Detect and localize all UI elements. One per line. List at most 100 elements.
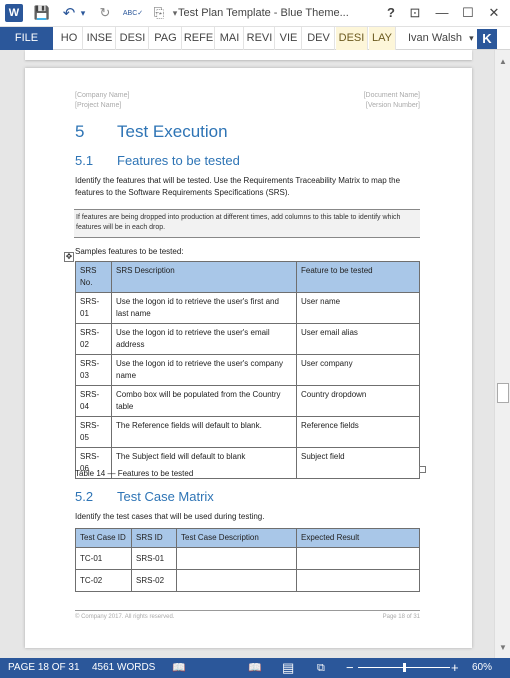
zoom-out-icon[interactable]: − bbox=[346, 658, 354, 678]
table-cell[interactable]: Use the logon id to retrieve the user's … bbox=[111, 323, 297, 355]
document-page[interactable]: [Company Name] [Project Name] [Document … bbox=[25, 68, 472, 648]
table-cell[interactable] bbox=[296, 547, 420, 570]
table-cell[interactable]: SRS-05 bbox=[75, 416, 112, 448]
table-resize-handle-icon[interactable] bbox=[419, 466, 426, 473]
tab-developer[interactable]: DEV bbox=[303, 27, 335, 50]
table-cell[interactable]: Subject field bbox=[296, 447, 420, 479]
features-table[interactable]: SRS No. SRS Description Feature to be te… bbox=[75, 261, 420, 479]
table-cell[interactable]: SRS-03 bbox=[75, 354, 112, 386]
features-intro-text: Identify the features that will be teste… bbox=[75, 176, 401, 197]
table-cell[interactable]: Use the logon id to retrieve the user's … bbox=[111, 354, 297, 386]
format-painter-icon[interactable]: ⎘ bbox=[150, 4, 168, 22]
table-header-row: SRS No. SRS Description Feature to be te… bbox=[75, 261, 420, 293]
word-count[interactable]: 4561 WORDS bbox=[92, 658, 155, 678]
table-cell[interactable]: TC-01 bbox=[75, 547, 132, 570]
column-header: Expected Result bbox=[296, 528, 420, 548]
table-cell[interactable]: SRS-01 bbox=[75, 292, 112, 324]
zoom-slider-thumb[interactable] bbox=[403, 663, 406, 672]
table-cell[interactable]: SRS-01 bbox=[131, 547, 177, 570]
redo-icon[interactable]: ↻ bbox=[96, 4, 114, 22]
samples-label: Samples features to be tested: bbox=[75, 247, 184, 256]
table-cell[interactable]: Use the logon id to retrieve the user's … bbox=[111, 292, 297, 324]
table-cell[interactable]: SRS-02 bbox=[75, 323, 112, 355]
table-cell[interactable]: The Reference fields will default to bla… bbox=[111, 416, 297, 448]
table-row: SRS-04 Combo box will be populated from … bbox=[75, 385, 420, 417]
tab-mailings[interactable]: MAI bbox=[216, 27, 244, 50]
table-row: SRS-02 Use the logon id to retrieve the … bbox=[75, 323, 420, 355]
tab-references[interactable]: REFE bbox=[183, 27, 215, 50]
help-button[interactable]: ? bbox=[381, 3, 401, 23]
tab-home[interactable]: HO bbox=[56, 27, 83, 50]
ribbon-tab-bar: FILE HO INSE DESI PAG REFE MAI REVI VIE … bbox=[0, 27, 510, 50]
table-move-handle-icon[interactable]: ✥ bbox=[64, 252, 74, 262]
table-cell[interactable]: Combo box will be populated from the Cou… bbox=[111, 385, 297, 417]
table-cell[interactable]: SRS-02 bbox=[131, 569, 177, 592]
table-row: TC-02 SRS-02 bbox=[75, 569, 420, 592]
spelling-grammar-icon[interactable]: ABC✓ bbox=[122, 4, 144, 22]
user-avatar[interactable]: K bbox=[477, 29, 497, 49]
tab-file[interactable]: FILE bbox=[0, 27, 53, 50]
footer-divider bbox=[75, 610, 420, 611]
test-case-table[interactable]: Test Case ID SRS ID Test Case Descriptio… bbox=[75, 528, 420, 592]
vertical-scrollbar[interactable]: ▲ ▼ bbox=[494, 50, 510, 658]
maximize-button[interactable]: ☐ bbox=[458, 3, 478, 23]
section-heading: 5 Test Execution bbox=[75, 122, 228, 142]
scroll-up-arrow-icon[interactable]: ▲ bbox=[497, 56, 509, 68]
tab-review[interactable]: REVI bbox=[245, 27, 275, 50]
tab-table-design[interactable]: DESI bbox=[336, 27, 368, 50]
save-icon[interactable]: 💾 bbox=[32, 4, 52, 22]
column-header: SRS ID bbox=[131, 528, 177, 548]
section-number: 5 bbox=[75, 122, 85, 141]
undo-icon[interactable]: ↶ bbox=[60, 4, 78, 22]
table-cell[interactable]: Country dropdown bbox=[296, 385, 420, 417]
table-caption: Table 14 — Features to be tested bbox=[75, 469, 194, 478]
column-header: Feature to be tested bbox=[296, 261, 420, 293]
user-dropdown-icon: ▾ bbox=[469, 33, 474, 43]
table-cell[interactable]: User name bbox=[296, 292, 420, 324]
zoom-level[interactable]: 60% bbox=[472, 658, 492, 678]
table-cell[interactable] bbox=[296, 569, 420, 592]
column-header: Test Case ID bbox=[75, 528, 132, 548]
scrollbar-thumb[interactable] bbox=[497, 383, 509, 403]
table-cell[interactable]: User company bbox=[296, 354, 420, 386]
scroll-down-arrow-icon[interactable]: ▼ bbox=[497, 642, 509, 654]
document-canvas[interactable]: [Company Name] [Project Name] [Document … bbox=[0, 50, 494, 658]
table-cell[interactable] bbox=[176, 569, 297, 592]
table-cell[interactable]: Reference fields bbox=[296, 416, 420, 448]
subsection-number: 5.1 bbox=[75, 153, 94, 168]
zoom-in-icon[interactable]: + bbox=[451, 658, 459, 678]
subsection-heading-test-case-matrix: 5.2 Test Case Matrix bbox=[75, 489, 214, 504]
header-project: [Project Name] bbox=[75, 102, 122, 109]
user-account-name[interactable]: Ivan Walsh ▾ bbox=[408, 27, 474, 50]
undo-dropdown-icon[interactable]: ▾ bbox=[78, 4, 88, 22]
word-app-icon[interactable]: W bbox=[5, 4, 23, 22]
proofing-icon[interactable]: 📖 bbox=[172, 658, 186, 678]
table-cell[interactable]: User email alias bbox=[296, 323, 420, 355]
header-document: [Document Name] bbox=[363, 92, 420, 99]
minimize-button[interactable]: — bbox=[432, 3, 452, 23]
table-cell[interactable] bbox=[176, 547, 297, 570]
tab-page-layout[interactable]: PAG bbox=[150, 27, 182, 50]
previous-page-bottom bbox=[25, 50, 472, 60]
print-layout-icon[interactable]: ▤ bbox=[282, 658, 294, 678]
column-header: SRS Description bbox=[111, 261, 297, 293]
tab-view[interactable]: VIE bbox=[276, 27, 302, 50]
web-layout-icon[interactable]: ⧉ bbox=[317, 658, 325, 678]
footer-copyright: © Company 2017. All rights reserved. bbox=[75, 614, 175, 620]
close-button[interactable]: ✕ bbox=[484, 3, 504, 23]
tab-table-layout[interactable]: LAY bbox=[369, 27, 396, 50]
footer-page-number: Page 18 of 31 bbox=[382, 614, 420, 620]
subsection-title: Test Case Matrix bbox=[117, 489, 214, 504]
table-row: SRS-01 Use the logon id to retrieve the … bbox=[75, 292, 420, 324]
header-version: [Version Number] bbox=[365, 102, 420, 109]
document-title: Test Plan Template - Blue Theme... bbox=[178, 7, 349, 19]
tab-design[interactable]: DESI bbox=[117, 27, 149, 50]
table-row: SRS-05 The Reference fields will default… bbox=[75, 416, 420, 448]
user-name-label: Ivan Walsh bbox=[408, 32, 463, 44]
table-cell[interactable]: SRS-04 bbox=[75, 385, 112, 417]
page-counter[interactable]: PAGE 18 OF 31 bbox=[8, 658, 80, 678]
ribbon-display-options-button[interactable]: ⊡ bbox=[405, 3, 425, 23]
tab-insert[interactable]: INSE bbox=[84, 27, 116, 50]
read-mode-icon[interactable]: 📖 bbox=[248, 658, 262, 678]
table-cell[interactable]: TC-02 bbox=[75, 569, 132, 592]
